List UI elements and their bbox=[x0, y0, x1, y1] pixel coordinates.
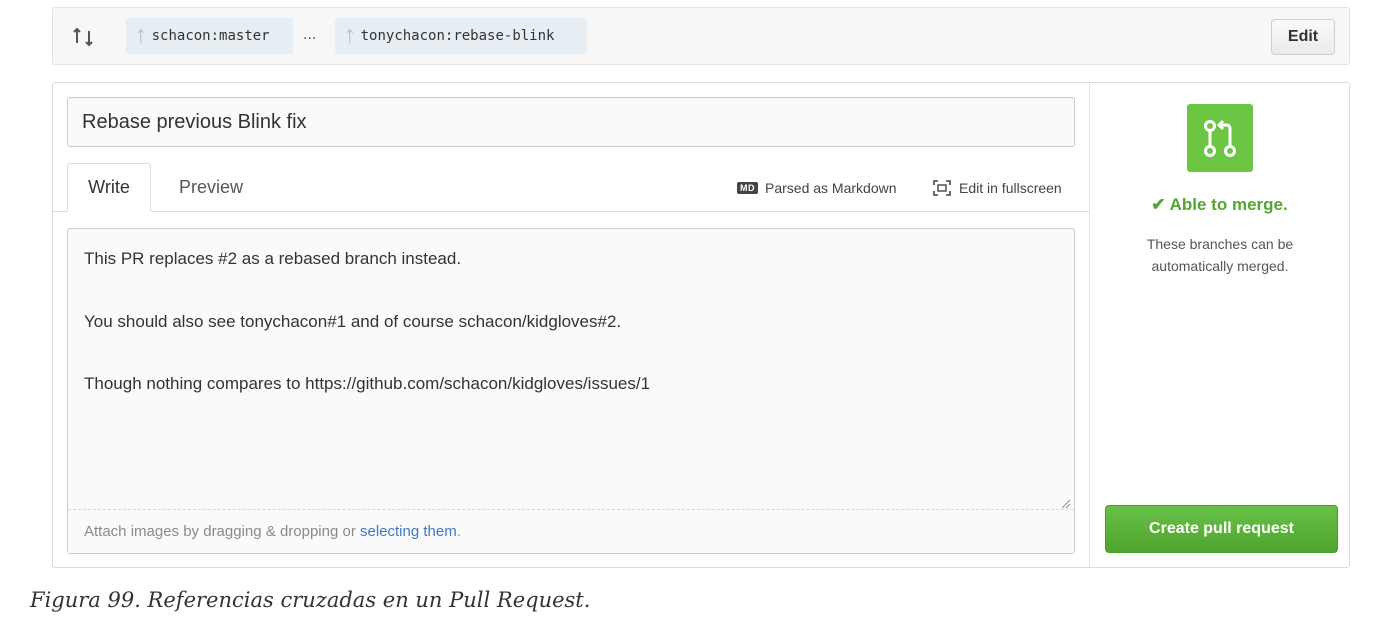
body-line: This PR replaces #2 as a rebased branch … bbox=[84, 249, 462, 268]
body-line: Though nothing compares to https://githu… bbox=[84, 374, 651, 393]
markdown-note-label: Parsed as Markdown bbox=[765, 180, 897, 196]
title-input[interactable] bbox=[67, 97, 1075, 147]
tab-write[interactable]: Write bbox=[67, 163, 151, 212]
attach-text: Attach images by dragging & dropping or bbox=[84, 523, 360, 540]
branch-compare-bar: ᛏ schacon:master ... ᛏ tonychacon:rebase… bbox=[52, 7, 1350, 65]
branch-separator: ... bbox=[303, 26, 317, 43]
select-files-link[interactable]: selecting them bbox=[360, 523, 457, 540]
resize-grip-icon[interactable] bbox=[1059, 497, 1071, 509]
branch-icon: ᛏ bbox=[345, 26, 355, 46]
pull-request-icon bbox=[1187, 104, 1253, 172]
markdown-icon: MD bbox=[737, 182, 758, 194]
compare-icon bbox=[73, 27, 93, 47]
edit-button[interactable]: Edit bbox=[1271, 19, 1335, 55]
create-pull-request-button[interactable]: Create pull request bbox=[1105, 505, 1338, 553]
tabs-divider bbox=[53, 211, 1089, 212]
base-branch-label: schacon:master bbox=[151, 28, 270, 44]
head-branch-label: tonychacon:rebase-blink bbox=[360, 28, 555, 44]
attach-images-bar: Attach images by dragging & dropping or … bbox=[68, 509, 1074, 553]
merge-description: These branches can be automatically merg… bbox=[1146, 236, 1294, 274]
base-branch-selector[interactable]: ᛏ schacon:master bbox=[126, 18, 293, 54]
fullscreen-label: Edit in fullscreen bbox=[959, 180, 1062, 196]
description-textarea[interactable]: This PR replaces #2 as a rebased branch … bbox=[67, 228, 1075, 554]
body-line: You should also see tonychacon#1 and of … bbox=[84, 312, 622, 331]
merge-status: ✔ Able to merge. bbox=[1151, 195, 1288, 214]
merge-sidebar: ✔ Able to merge. These branches can be a… bbox=[1089, 83, 1349, 567]
fullscreen-icon bbox=[933, 180, 951, 196]
tab-preview[interactable]: Preview bbox=[163, 163, 259, 212]
head-branch-selector[interactable]: ᛏ tonychacon:rebase-blink bbox=[335, 18, 587, 54]
figure-caption: Figura 99. Referencias cruzadas en un Pu… bbox=[30, 588, 591, 612]
pull-request-form: Write Preview MD Parsed as Markdown Edit… bbox=[52, 82, 1350, 568]
markdown-note[interactable]: MD Parsed as Markdown bbox=[737, 180, 897, 196]
attach-end: . bbox=[456, 523, 461, 540]
branch-icon: ᛏ bbox=[136, 26, 146, 46]
fullscreen-button[interactable]: Edit in fullscreen bbox=[933, 180, 1062, 196]
